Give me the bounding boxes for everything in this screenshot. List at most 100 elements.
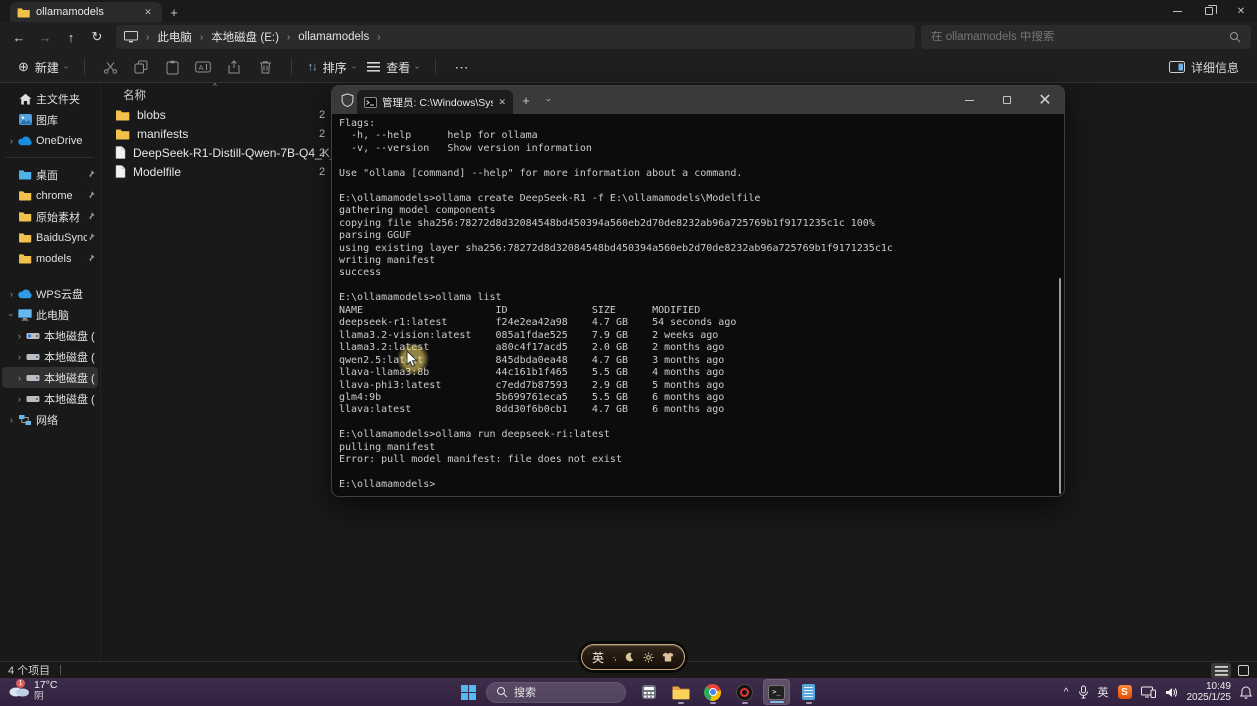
sidebar-item-wps-cloud[interactable]: › WPS云盘 <box>2 283 98 304</box>
chevron-right-icon[interactable]: › <box>6 289 17 299</box>
speaker-icon[interactable] <box>1165 687 1178 698</box>
sort-ascending-icon: ^ <box>213 83 217 91</box>
terminal-tab-title: 管理员: C:\Windows\System32 <box>382 95 493 110</box>
chevron-right-icon[interactable]: › <box>14 373 25 383</box>
sidebar-item-this-pc[interactable]: › 此电脑 <box>2 304 98 325</box>
sidebar-label: chrome <box>36 190 73 202</box>
explorer-tab[interactable]: ollamamodels ✕ <box>10 2 162 22</box>
skin-shirt-icon[interactable] <box>662 652 674 662</box>
taskbar-app-chrome[interactable] <box>699 679 726 705</box>
up-button[interactable]: ↑ <box>58 30 84 45</box>
sidebar-item-drive-e[interactable]: › 本地磁盘 (E:) <box>2 367 98 388</box>
file-name: manifests <box>137 127 188 141</box>
view-button-label: 查看 <box>386 59 410 76</box>
chevron-down-icon[interactable]: › <box>7 309 17 320</box>
sidebar-item-chrome[interactable]: chrome <box>2 185 98 206</box>
sidebar-item-network[interactable]: › 网络 <box>2 409 98 430</box>
gear-icon[interactable] <box>643 652 654 663</box>
terminal-tab-dropdown[interactable]: › <box>544 90 554 110</box>
tab-close-icon[interactable]: ✕ <box>141 7 155 18</box>
search-input[interactable] <box>931 31 1229 43</box>
taskbar-app-recorder[interactable] <box>731 679 758 705</box>
terminal-title-bar[interactable]: 管理员: C:\Windows\System32 ✕ + › ✕ <box>332 86 1064 114</box>
sidebar-label: 本地磁盘 (C:) <box>44 328 95 344</box>
taskbar-app-calculator[interactable] <box>635 679 662 705</box>
new-tab-button[interactable]: + <box>162 5 186 22</box>
new-button-label: 新建 <box>35 59 59 76</box>
chevron-right-icon[interactable]: › <box>6 136 17 146</box>
breadcrumb-this-pc[interactable]: 此电脑 <box>157 29 192 45</box>
terminal-maximize-button[interactable] <box>988 86 1026 114</box>
clock[interactable]: 10:49 2025/1/25 <box>1187 681 1232 703</box>
forward-button[interactable]: → <box>32 30 58 45</box>
time: 10:49 <box>1206 681 1231 692</box>
taskbar-app-notepad[interactable] <box>795 679 822 705</box>
taskbar-app-terminal[interactable]: >_ <box>763 679 790 705</box>
tab-close-icon[interactable]: ✕ <box>498 97 506 108</box>
sidebar-item-drive-d[interactable]: › 本地磁盘 (D:) <box>2 346 98 367</box>
sidebar-label: 本地磁盘 (F:) <box>44 391 95 407</box>
close-button[interactable]: ✕ <box>1225 0 1257 22</box>
sidebar-item-drive-c[interactable]: › 本地磁盘 (C:) <box>2 325 98 346</box>
paste-button[interactable] <box>157 60 188 75</box>
terminal-close-button[interactable]: ✕ <box>1026 86 1064 114</box>
delete-button[interactable] <box>250 60 281 74</box>
details-view-button[interactable] <box>1211 663 1231 678</box>
ime-mode-toggle[interactable]: 英 <box>592 649 604 666</box>
chevron-right-icon[interactable]: › <box>14 352 25 362</box>
search-box[interactable] <box>921 25 1251 49</box>
chevron-right-icon[interactable]: › <box>14 331 25 341</box>
breadcrumb[interactable]: › 此电脑 › 本地磁盘 (E:) › ollamamodels › <box>116 25 915 49</box>
date-column-partial: 2 <box>319 147 329 159</box>
notification-bell-icon[interactable] <box>1240 686 1252 699</box>
more-options-button[interactable]: ⋯ <box>446 59 477 76</box>
view-button[interactable]: 查看 › <box>361 59 425 76</box>
sidebar-item-home[interactable]: 主文件夹 <box>2 88 98 109</box>
back-button[interactable]: ← <box>6 30 32 45</box>
cast-screen-icon[interactable] <box>1141 686 1156 698</box>
ime-status-bar[interactable]: 英 ·, <box>581 644 685 670</box>
ime-language-indicator[interactable]: 英 <box>1098 684 1109 700</box>
terminal-minimize-button[interactable] <box>950 86 988 114</box>
sidebar-item-gallery[interactable]: 图库 <box>2 109 98 130</box>
share-button[interactable] <box>219 60 250 74</box>
weather-widget[interactable]: 1 17°C 阴 <box>8 680 57 702</box>
terminal-content[interactable]: Flags: -h, --help help for ollama -v, --… <box>332 114 1064 496</box>
copy-button[interactable] <box>126 60 157 74</box>
sidebar-label: 本地磁盘 (D:) <box>44 349 95 365</box>
sogou-ime-icon[interactable]: S <box>1118 685 1132 699</box>
taskbar-app-file-explorer[interactable] <box>667 679 694 705</box>
new-button[interactable]: ⊕ 新建 › <box>12 59 74 76</box>
large-icons-view-button[interactable] <box>1233 663 1253 678</box>
sidebar-item-desktop[interactable]: 桌面 <box>2 164 98 185</box>
sidebar-item-onedrive[interactable]: › OneDrive <box>2 130 98 151</box>
minimize-icon <box>1173 11 1182 12</box>
start-button[interactable] <box>455 680 481 704</box>
sidebar-item-baidusyncdisk[interactable]: BaiduSyncdisk <box>2 227 98 248</box>
sidebar-item-raw-material[interactable]: 原始素材 <box>2 206 98 227</box>
hidden-icons-chevron[interactable]: ^ <box>1064 687 1069 698</box>
minimize-button[interactable] <box>1161 0 1193 22</box>
breadcrumb-drive-e[interactable]: 本地磁盘 (E:) <box>211 29 279 45</box>
breadcrumb-current-folder[interactable]: ollamamodels <box>298 31 369 43</box>
taskbar-search[interactable]: 搜索 <box>486 682 626 703</box>
microphone-icon[interactable] <box>1078 685 1089 699</box>
terminal-scrollbar[interactable] <box>1059 278 1061 494</box>
refresh-button[interactable]: ↻ <box>84 29 110 45</box>
details-pane-button[interactable]: 详细信息 <box>1163 59 1245 76</box>
sidebar-item-drive-f[interactable]: › 本地磁盘 (F:) <box>2 388 98 409</box>
moon-icon[interactable] <box>624 652 634 662</box>
sort-button[interactable]: ↑↓ 排序 › <box>302 59 362 76</box>
cut-button[interactable] <box>95 60 126 75</box>
terminal-tab[interactable]: 管理员: C:\Windows\System32 ✕ <box>357 90 513 114</box>
sidebar-item-models[interactable]: models <box>2 248 98 269</box>
maximize-icon <box>1003 96 1011 104</box>
chevron-right-icon[interactable]: › <box>14 394 25 404</box>
sidebar-label: 主文件夹 <box>36 91 80 107</box>
ime-punctuation-toggle[interactable]: ·, <box>612 652 616 662</box>
restore-button[interactable] <box>1193 0 1225 22</box>
rename-button[interactable]: A <box>188 61 219 73</box>
chevron-right-icon[interactable]: › <box>6 415 17 425</box>
terminal-new-tab-button[interactable]: + <box>513 93 539 108</box>
trash-icon <box>259 60 272 74</box>
